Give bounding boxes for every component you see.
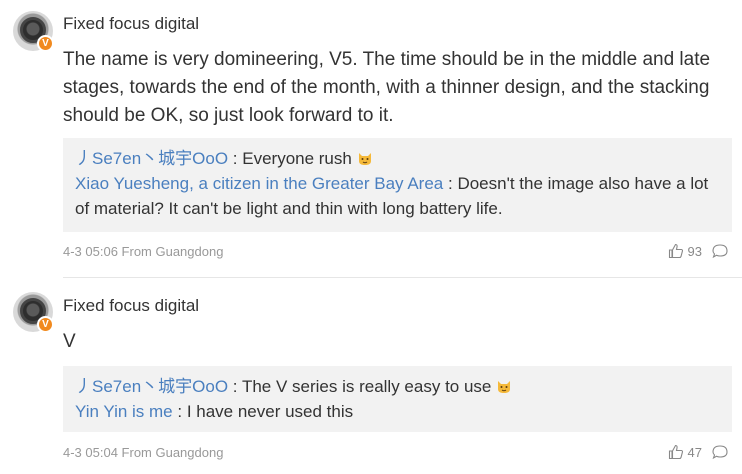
comment-actions: 47 bbox=[668, 444, 728, 460]
reply-author[interactable]: Yin Yin is me bbox=[75, 402, 173, 421]
comment-reply-icon[interactable] bbox=[712, 444, 728, 460]
comment-item: V Fixed focus digital V 丿Se7en丶城宇OoO : T… bbox=[0, 280, 742, 474]
verified-badge: V bbox=[37, 35, 54, 52]
timestamp-location: 4-3 05:06 From Guangdong bbox=[63, 244, 224, 259]
comment-actions: 93 bbox=[668, 243, 728, 259]
avatar[interactable]: V bbox=[13, 11, 54, 52]
username[interactable]: Fixed focus digital bbox=[63, 14, 199, 34]
comment-item: V Fixed focus digital The name is very d… bbox=[0, 0, 742, 278]
reply-author[interactable]: 丿Se7en丶城宇OoO bbox=[75, 149, 228, 168]
like-count: 47 bbox=[687, 444, 702, 460]
like-button[interactable]: 93 bbox=[668, 243, 702, 259]
reply-text: The V series is really easy to use bbox=[241, 377, 492, 396]
reply-author[interactable]: Xiao Yuesheng, a citizen in the Greater … bbox=[75, 174, 443, 193]
verified-badge: V bbox=[37, 316, 54, 333]
reply-item: Yin Yin is me : I have never used this bbox=[75, 402, 354, 421]
cat-face-emoji-icon bbox=[358, 153, 371, 165]
cat-face-emoji-icon bbox=[498, 381, 511, 393]
reply-item: 丿Se7en丶城宇OoO : The V series is really ea… bbox=[75, 374, 720, 399]
thumbs-up-icon bbox=[668, 243, 683, 259]
like-count: 93 bbox=[687, 243, 702, 259]
comment-reply-icon[interactable] bbox=[712, 243, 728, 259]
comment-text: V bbox=[63, 331, 76, 352]
like-button[interactable]: 47 bbox=[668, 444, 702, 460]
reply-text: I have never used this bbox=[186, 402, 354, 421]
thumbs-up-icon bbox=[668, 444, 683, 460]
reply-item: 丿Se7en丶城宇OoO : Everyone rush bbox=[75, 146, 720, 171]
reply-box[interactable]: 丿Se7en丶城宇OoO : The V series is really ea… bbox=[63, 366, 732, 432]
reply-text: Everyone rush bbox=[242, 149, 352, 168]
avatar[interactable]: V bbox=[13, 292, 54, 333]
reply-item: Xiao Yuesheng, a citizen in the Greater … bbox=[75, 174, 709, 218]
comment-text: The name is very domineering, V5. The ti… bbox=[63, 49, 711, 126]
comment-divider bbox=[63, 277, 742, 278]
timestamp-location: 4-3 05:04 From Guangdong bbox=[63, 445, 224, 460]
username[interactable]: Fixed focus digital bbox=[63, 296, 199, 316]
reply-author[interactable]: 丿Se7en丶城宇OoO bbox=[75, 377, 228, 396]
reply-box[interactable]: 丿Se7en丶城宇OoO : Everyone rush Xiao Yueshe… bbox=[63, 138, 732, 232]
